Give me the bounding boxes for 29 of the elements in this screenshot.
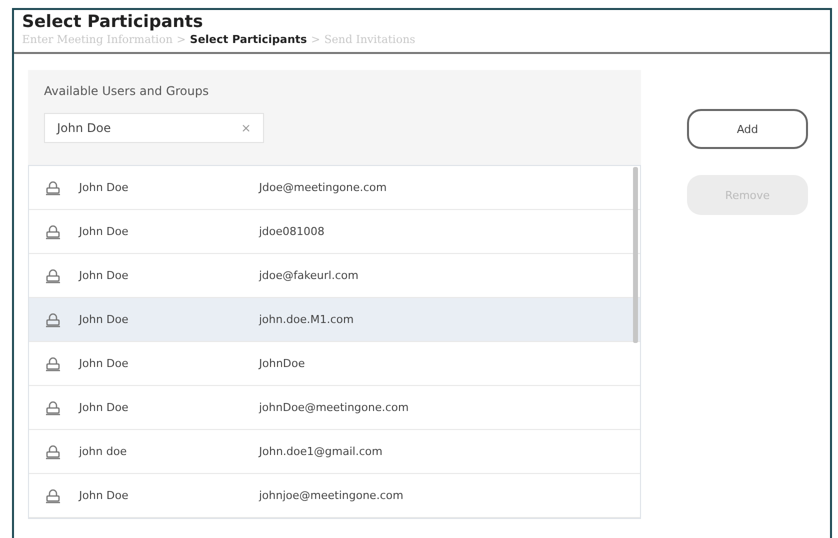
user-name: John Doe — [79, 181, 130, 194]
user-login: John.doe1@gmail.com — [259, 445, 382, 458]
breadcrumb-separator: > — [176, 33, 186, 46]
user-name: John Doe — [79, 269, 130, 282]
user-row[interactable]: John Doe johnDoe@meetingone.com — [29, 386, 640, 430]
user-login: johnjoe@meetingone.com — [259, 489, 404, 502]
user-login: john.doe.M1.com — [259, 313, 354, 326]
scrollbar[interactable] — [633, 167, 638, 343]
user-login: Jdoe@meetingone.com — [259, 181, 387, 194]
search-field[interactable]: John Doe × — [44, 113, 264, 143]
panel-heading: Available Users and Groups — [44, 84, 210, 98]
user-row[interactable]: John Doe johnjoe@meetingone.com — [29, 474, 640, 518]
user-login: jdoe081008 — [259, 225, 325, 238]
user-login: jdoe@fakeurl.com — [259, 269, 358, 282]
user-name: john doe — [79, 445, 128, 458]
user-login: johnDoe@meetingone.com — [259, 401, 409, 414]
user-row[interactable]: john doe John.doe1@gmail.com — [29, 430, 640, 474]
breadcrumb-step[interactable]: Select Participants — [190, 33, 307, 46]
breadcrumb-separator: > — [310, 33, 320, 46]
user-name: John Doe — [79, 225, 130, 238]
user-name: John Doe — [79, 357, 130, 370]
page-title: Select Participants — [22, 12, 204, 32]
user-row[interactable]: John Doe john.doe.M1.com — [29, 298, 640, 342]
user-name: John Doe — [79, 313, 130, 326]
user-name: John Doe — [79, 401, 130, 414]
user-name: John Doe — [79, 489, 130, 502]
user-login: JohnDoe — [259, 357, 305, 370]
user-row[interactable]: John Doe JohnDoe — [29, 342, 640, 386]
action-button[interactable]: Add — [687, 109, 808, 149]
